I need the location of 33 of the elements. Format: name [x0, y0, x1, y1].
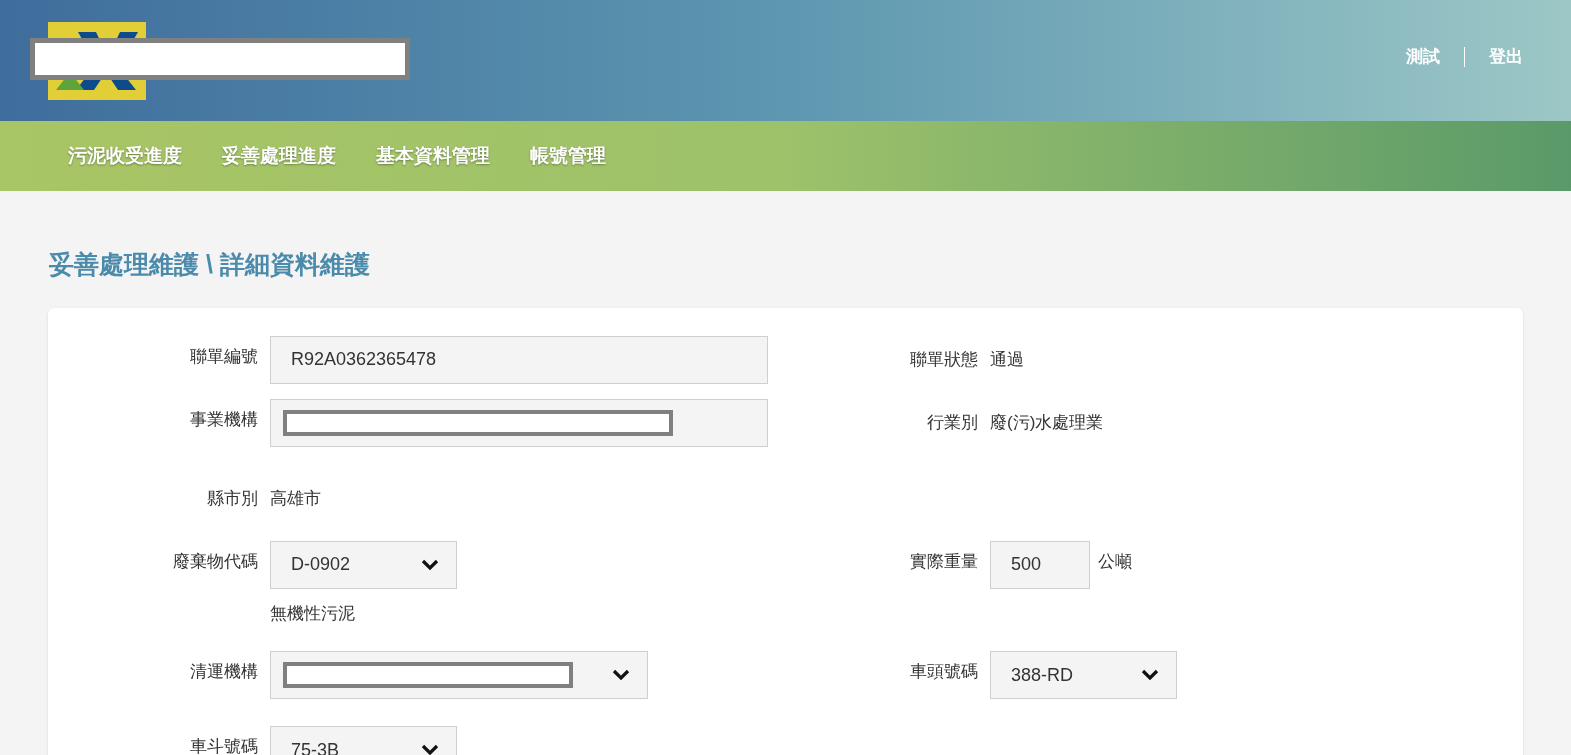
field-label: 行業別 [926, 411, 978, 434]
text-field[interactable]: R92A0362365478 [270, 335, 768, 384]
nav-item[interactable]: 帳號管理 [530, 141, 606, 171]
unit-label: 公噸 [1098, 550, 1132, 573]
chevron-down-icon [420, 743, 440, 755]
nav-item[interactable]: 基本資料管理 [376, 141, 490, 171]
chevron-down-icon [611, 668, 631, 682]
nav-item[interactable]: 妥善處理進度 [222, 141, 336, 171]
field-label: 車頭號碼 [909, 661, 978, 683]
field-value: 高雄市 [270, 487, 321, 510]
field-label: 實際重量 [909, 550, 978, 573]
select-field[interactable]: D-0902 [270, 540, 457, 589]
field-label: 事業機構 [189, 408, 258, 431]
chevron-down-icon [420, 557, 440, 572]
select-field[interactable]: 388-RD [990, 651, 1177, 699]
header-link[interactable]: 登出 [1489, 44, 1523, 70]
field-label: 聯單狀態 [909, 348, 978, 371]
field-label: 清運機構 [189, 661, 258, 683]
nav-item[interactable]: 污泥收受進度 [68, 141, 182, 171]
chevron-down-icon [1140, 668, 1160, 682]
select-field[interactable]: 75-3B [270, 726, 457, 755]
select-field[interactable] [270, 651, 648, 699]
waste-description: 無機性污泥 [270, 602, 356, 625]
header-link[interactable]: 測試 [1406, 44, 1440, 70]
text-field[interactable]: 500 [990, 540, 1090, 589]
field-label: 廢棄物代碼 [172, 550, 258, 573]
field-label: 聯單編號 [189, 345, 258, 368]
field-value: 廢(污)水處理業 [990, 411, 1104, 434]
page-title: 妥善處理維護 \ 詳細資料維護 [49, 249, 371, 280]
field-label: 縣市別 [206, 487, 258, 510]
text-field[interactable] [270, 398, 768, 447]
field-label: 車斗號碼 [189, 736, 258, 755]
field-value: 通過 [990, 348, 1024, 371]
